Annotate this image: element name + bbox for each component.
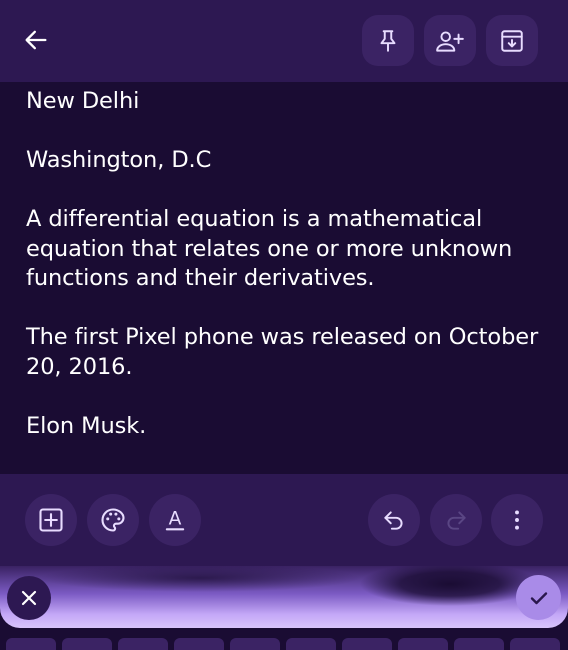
confirm-button[interactable] <box>516 575 561 620</box>
keyboard-key[interactable] <box>6 638 56 650</box>
palette-icon <box>101 508 125 532</box>
more-vert-icon <box>515 510 519 530</box>
archive-button[interactable] <box>486 15 538 66</box>
undo-icon <box>384 511 403 530</box>
keyboard-key[interactable] <box>62 638 112 650</box>
pin-icon <box>380 29 396 52</box>
note-paragraph[interactable]: Elon Musk. <box>26 412 542 442</box>
more-options-button[interactable] <box>491 494 543 546</box>
text-format-icon: A <box>165 509 185 531</box>
close-button[interactable] <box>7 576 51 620</box>
note-paragraph[interactable]: The first Pixel phone was released on Oc… <box>26 323 542 382</box>
redo-icon <box>447 511 466 530</box>
input-glow <box>0 566 568 628</box>
keyboard-key[interactable] <box>342 638 392 650</box>
redo-button[interactable] <box>430 494 482 546</box>
keyboard-key[interactable] <box>286 638 336 650</box>
add-collaborator-button[interactable] <box>424 15 476 66</box>
keyboard-key[interactable] <box>230 638 280 650</box>
check-icon <box>530 591 547 604</box>
note-paragraph[interactable]: A differential equation is a mathematica… <box>26 205 542 294</box>
arrow-left-icon <box>25 30 47 50</box>
pin-button[interactable] <box>362 15 414 66</box>
keyboard-key[interactable] <box>398 638 448 650</box>
back-button[interactable] <box>12 18 60 62</box>
keyboard-key[interactable] <box>454 638 504 650</box>
keyboard-key[interactable] <box>174 638 224 650</box>
undo-button[interactable] <box>368 494 420 546</box>
archive-icon <box>501 29 523 52</box>
note-paragraph[interactable]: Washington, D.C <box>26 146 542 176</box>
close-icon <box>21 590 37 606</box>
format-label: A <box>169 509 182 530</box>
keyboard-strip <box>0 566 568 650</box>
keyboard-key[interactable] <box>118 638 168 650</box>
editor-toolbar: A <box>0 474 568 566</box>
text-format-button[interactable]: A <box>149 494 201 546</box>
add-content-button[interactable] <box>25 494 77 546</box>
add-box-icon <box>39 508 63 532</box>
note-paragraph[interactable]: New Delhi <box>26 87 542 117</box>
background-color-button[interactable] <box>87 494 139 546</box>
person-add-icon <box>436 30 464 52</box>
keyboard-keys <box>0 638 568 650</box>
top-toolbar <box>0 0 568 82</box>
keyboard-key[interactable] <box>510 638 560 650</box>
note-body[interactable]: New Delhi Washington, D.C A differential… <box>0 82 568 474</box>
